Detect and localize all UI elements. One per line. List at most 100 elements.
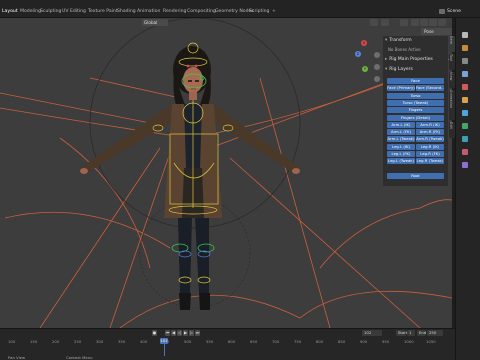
rig-main-header-label: Rig Main Properties: [389, 57, 433, 62]
material-properties-icon[interactable]: [462, 149, 468, 155]
rig-layer-button[interactable]: Leg.L (FK): [387, 151, 415, 157]
rig-layer-button[interactable]: Arm.L (FK): [387, 129, 415, 136]
rig-layer-button[interactable]: Arm.L (Tweak): [387, 136, 415, 143]
material-shading-icon[interactable]: [429, 19, 437, 26]
timeline-ruler[interactable]: 1001502002503003504004505005506006507007…: [0, 339, 455, 347]
tab-geometry-nodes[interactable]: Geometry Nodes: [215, 9, 254, 14]
playhead-frame-indicator[interactable]: 102: [160, 338, 168, 344]
rig-layers-panel-header[interactable]: ▾ Rig Layers: [385, 66, 413, 74]
tab-texture-paint[interactable]: Texture Paint: [88, 9, 118, 14]
rig-layer-button[interactable]: Torso: [387, 92, 444, 99]
camera-view-icon[interactable]: [374, 76, 380, 82]
jump-end-icon[interactable]: ⏭: [195, 330, 200, 336]
rig-layer-button[interactable]: Face (Second...: [416, 85, 444, 92]
end-frame-label: End: [417, 330, 427, 336]
timeline-tick-label: 200: [52, 339, 60, 344]
transform-header-label: Transform: [389, 38, 412, 43]
rig-main-panel-header[interactable]: ▸ Rig Main Properties: [385, 56, 433, 64]
tab-scripting[interactable]: Scripting: [249, 9, 269, 14]
pose-options-dropdown[interactable]: Pose Options: [421, 28, 452, 41]
tab-layout[interactable]: Layout: [2, 9, 18, 14]
prev-keyframe-icon[interactable]: ◀: [171, 330, 176, 336]
timeline-tick-label: 950: [382, 339, 390, 344]
rig-layer-button[interactable]: Arm.L (IK): [387, 121, 415, 128]
status-pan-view: Pan View: [8, 355, 26, 360]
overlay-icon[interactable]: [381, 19, 389, 26]
rig-layer-button[interactable]: Leg.L (Tweak): [387, 158, 415, 165]
rig-layer-button[interactable]: Leg.R (Tweak): [416, 158, 444, 165]
tab-uv-editing[interactable]: UV Editing: [62, 9, 86, 14]
scene-selector[interactable]: Scene: [447, 9, 461, 14]
rig-layers-header-label: Rig Layers: [389, 67, 413, 72]
tab-modeling[interactable]: Modeling: [20, 9, 41, 14]
timeline-tick-label: 700: [272, 339, 280, 344]
timeline-tick-label: 900: [360, 339, 368, 344]
rig-layer-button[interactable]: Fingers: [387, 107, 444, 114]
sidebar-n-panel: ▾ Transform No Bones Active ▸ Rig Main Pro…: [383, 36, 448, 186]
rig-layer-button[interactable]: Leg.R (FK): [416, 151, 444, 157]
xray-icon[interactable]: [400, 19, 408, 26]
transform-orientation-dropdown[interactable]: Global: [142, 19, 168, 26]
timeline-tick-label: 400: [140, 339, 148, 344]
gizmo-z-axis-icon[interactable]: Z: [355, 51, 361, 57]
render-properties-icon[interactable]: [462, 45, 468, 51]
constraint-properties-icon[interactable]: [462, 123, 468, 129]
timeline-tick-label: 100: [8, 339, 16, 344]
rig-layer-button[interactable]: Leg.R (IK): [416, 143, 444, 150]
rig-layer-button[interactable]: Arm.R (Tweak): [416, 136, 444, 143]
transform-panel-header[interactable]: ▾ Transform: [385, 37, 412, 45]
rig-layer-button[interactable]: Torso (Tweak): [387, 99, 444, 106]
rig-layer-button[interactable]: Leg.L (IK): [387, 143, 415, 150]
end-frame-field[interactable]: 250: [427, 330, 443, 336]
timeline-tick-label: 750: [294, 339, 302, 344]
rig-layer-button[interactable]: Arm.R (IK): [416, 121, 444, 128]
start-frame-label: Start: [396, 330, 408, 336]
scene-properties-icon[interactable]: [462, 84, 468, 90]
output-properties-icon[interactable]: [462, 58, 468, 64]
status-bar: Pan View Context Menu: [0, 355, 455, 360]
pan-icon[interactable]: [374, 64, 380, 70]
gizmo-x-axis-icon[interactable]: X: [361, 40, 367, 46]
record-icon[interactable]: ●: [152, 330, 157, 336]
tab-sculpting[interactable]: Sculpting: [40, 9, 61, 14]
rig-layer-button[interactable]: Face (Primary): [387, 85, 415, 92]
no-bones-label: No Bones Active: [388, 47, 421, 52]
rig-layer-button[interactable]: Arm.R (FK): [416, 129, 444, 136]
timeline-tick-label: 350: [118, 339, 126, 344]
gizmo-y-axis-icon[interactable]: Y: [362, 66, 368, 72]
texture-properties-icon[interactable]: [462, 162, 468, 168]
timeline-tick-label: 250: [74, 339, 82, 344]
solid-shading-icon[interactable]: [420, 19, 428, 26]
play-icon[interactable]: ▶: [183, 330, 188, 336]
tab-shading[interactable]: Shading: [117, 9, 136, 14]
rendered-shading-icon[interactable]: [438, 19, 446, 26]
jump-start-icon[interactable]: ⏮: [165, 330, 170, 336]
timeline-tick-label: 300: [96, 339, 104, 344]
start-frame-field[interactable]: 1: [407, 330, 415, 336]
timeline-tick-label: 850: [338, 339, 346, 344]
tab-animation[interactable]: Animation: [137, 9, 160, 14]
add-workspace-button[interactable]: +: [272, 9, 276, 14]
wireframe-shading-icon[interactable]: [411, 19, 419, 26]
current-frame-field[interactable]: 102: [362, 330, 382, 336]
timeline-tick-label: 150: [30, 339, 38, 344]
status-context-menu: Context Menu: [66, 355, 93, 360]
play-reverse-icon[interactable]: ◁: [177, 330, 182, 336]
next-keyframe-icon[interactable]: ▷: [189, 330, 194, 336]
viewport-shading-icon[interactable]: [370, 19, 378, 26]
object-properties-icon[interactable]: [462, 97, 468, 103]
timeline-tick-label: 800: [316, 339, 324, 344]
tab-rendering[interactable]: Rendering: [163, 9, 186, 14]
rig-layer-button[interactable]: Root: [387, 172, 444, 179]
view-layer-properties-icon[interactable]: [462, 71, 468, 77]
tab-compositing[interactable]: Compositing: [187, 9, 216, 14]
viewport-header: Global: [0, 18, 452, 27]
tool-properties-icon[interactable]: [462, 32, 468, 38]
timeline-tick-label: 600: [228, 339, 236, 344]
properties-editor-strip: [455, 18, 480, 360]
rig-layer-button[interactable]: Face: [387, 78, 444, 84]
data-properties-icon[interactable]: [462, 136, 468, 142]
rig-layer-button[interactable]: Fingers (Detail): [387, 114, 444, 121]
zoom-icon[interactable]: [374, 52, 380, 58]
modifier-properties-icon[interactable]: [462, 110, 468, 116]
